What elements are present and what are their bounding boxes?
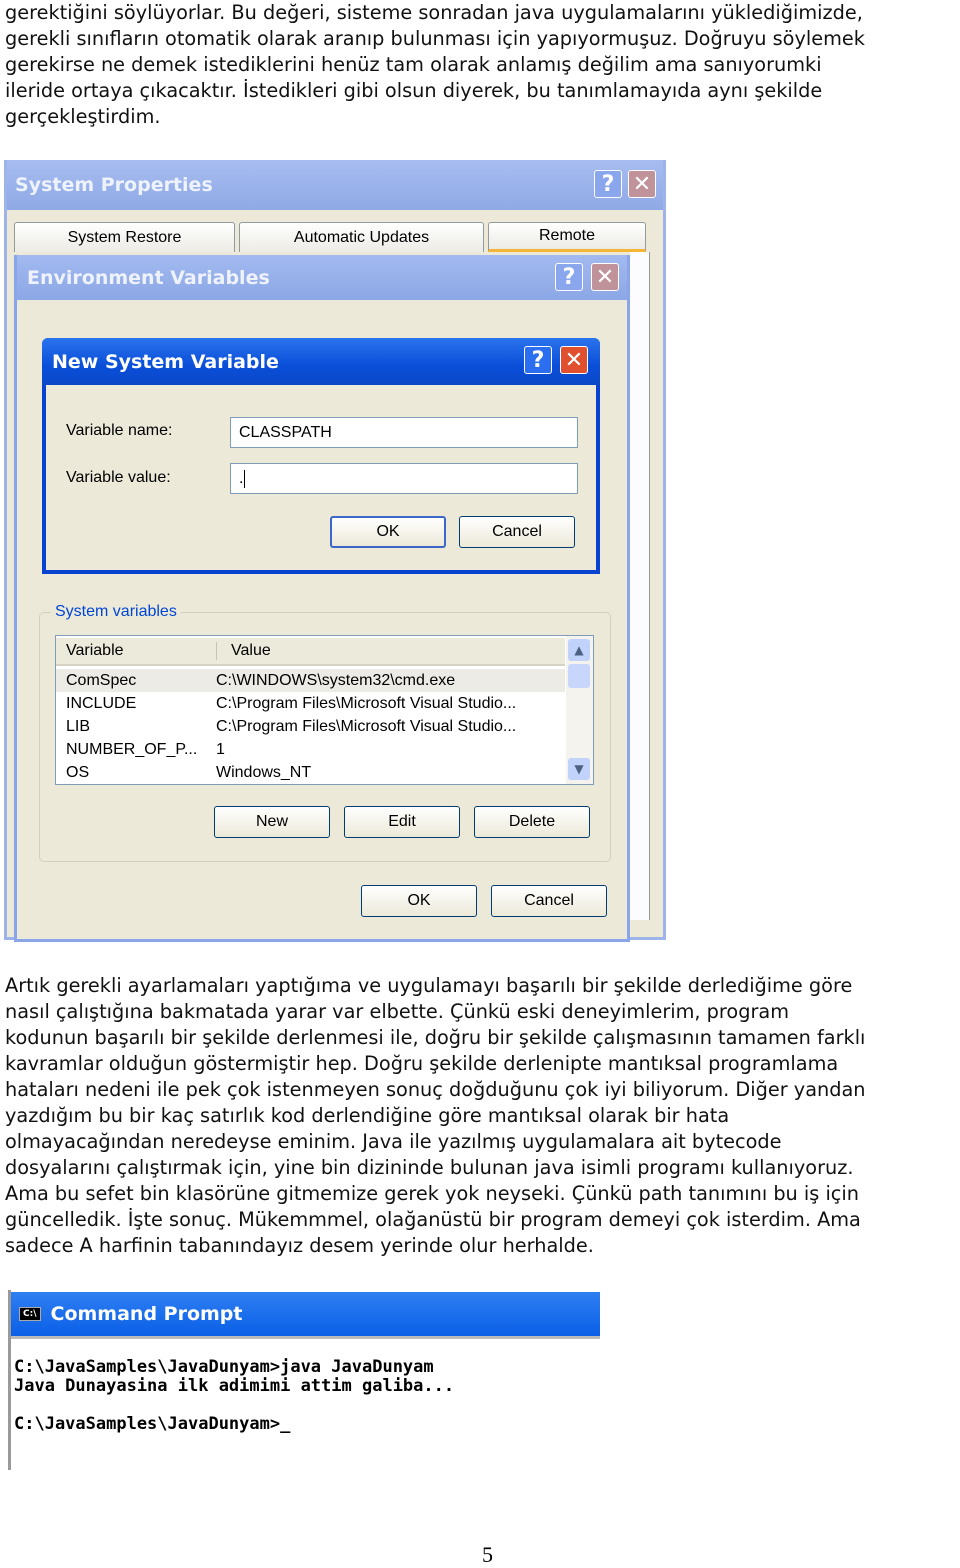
variable-value-input[interactable]: . — [230, 463, 578, 494]
command-prompt-titlebar: C:\ Command Prompt — [11, 1292, 600, 1336]
help-icon[interactable]: ? — [594, 170, 622, 198]
tab-panel — [630, 252, 650, 920]
list-header: Variable Value — [56, 638, 565, 666]
text-cursor — [244, 469, 246, 488]
scroll-down-icon[interactable]: ▼ — [568, 758, 590, 780]
cancel-button[interactable]: Cancel — [491, 885, 607, 917]
window-title: Command Prompt — [50, 1303, 243, 1325]
text-line: nasıl çalıştığına bakmatada yarar var el… — [5, 1000, 789, 1023]
text-line: gerçekleştirdim. — [5, 105, 161, 128]
close-icon[interactable]: ✕ — [628, 170, 656, 198]
column-header-value[interactable]: Value — [216, 642, 271, 660]
variable-name-input[interactable]: CLASSPATH — [230, 417, 578, 448]
tab-label: Remote — [538, 227, 596, 244]
table-row[interactable]: LIB C:\Program Files\Microsoft Visual Stu… — [56, 715, 565, 738]
close-icon[interactable]: ✕ — [560, 346, 588, 374]
text-line: Artık gerekli ayarlamaları yaptığıma ve … — [5, 974, 853, 997]
paragraph-2: Artık gerekli ayarlamaları yaptığıma ve … — [5, 973, 960, 1259]
new-system-variable-titlebar: New System Variable — [42, 338, 600, 385]
text-line: yazdığım bu bir kaç satırlık kod derlend… — [5, 1104, 730, 1127]
text-line: dosyalarını çalıştırmak için, yine bin d… — [5, 1156, 854, 1179]
close-icon[interactable]: ✕ — [591, 263, 619, 291]
input-value: . — [239, 469, 244, 487]
table-row[interactable]: INCLUDE C:\Program Files\Microsoft Visual… — [56, 692, 565, 715]
text-line: ileride ortaya çıkacaktır. İstedikleri g… — [5, 79, 823, 102]
help-icon[interactable]: ? — [555, 263, 583, 291]
cancel-button[interactable]: Cancel — [459, 516, 575, 548]
window-title: Environment Variables — [27, 266, 270, 289]
new-button[interactable]: New — [214, 806, 330, 838]
ok-button[interactable]: OK — [330, 516, 446, 548]
page-number: 5 — [482, 1542, 493, 1567]
console-line: C:\JavaSamples\JavaDunyam>java JavaDunya… — [14, 1357, 434, 1377]
scrollbar[interactable]: ▲ ▼ — [566, 636, 593, 784]
window-title: System Properties — [15, 174, 213, 196]
scroll-thumb[interactable] — [568, 664, 590, 688]
new-system-variable-dialog: New System Variable ? ✕ Variable name: C… — [42, 338, 600, 574]
text-line: Ama bu sefet bin klasörüne gitmemize ger… — [5, 1182, 859, 1205]
text-line: hataları nedeni ile pek çok istenmeyen s… — [5, 1078, 866, 1101]
column-header-variable[interactable]: Variable — [56, 642, 216, 660]
text-line: kavramlar olduğun göstermiştir hep. Doğr… — [5, 1052, 839, 1075]
system-variables-list[interactable]: Variable Value ComSpec C:\WINDOWS\system32… — [55, 635, 594, 785]
scroll-up-icon[interactable]: ▲ — [568, 639, 590, 661]
tab-automatic-updates[interactable]: Automatic Updates — [239, 222, 484, 252]
tab-label: System Restore — [67, 228, 182, 246]
text-line: gerektiğini söylüyorlar. Bu değeri, sist… — [5, 1, 863, 24]
tab-label: Automatic Updates — [293, 228, 430, 246]
console-line: Java Dunayasina ilk adimimi attim galiba… — [14, 1376, 455, 1396]
environment-variables-titlebar: Environment Variables — [17, 255, 627, 300]
table-row[interactable]: ComSpec C:\WINDOWS\system32\cmd.exe — [56, 669, 565, 692]
variable-value-label: Variable value: — [66, 469, 171, 486]
text-line: güncelledik. İşte sonuç. Mükemmmel, olağ… — [5, 1208, 861, 1231]
edit-button[interactable]: Edit — [344, 806, 460, 838]
variable-name-label: Variable name: — [66, 422, 173, 439]
delete-button[interactable]: Delete — [474, 806, 590, 838]
tab-system-restore[interactable]: System Restore — [14, 222, 235, 252]
paragraph-1: gerektiğini söylüyorlar. Bu değeri, sist… — [5, 0, 960, 130]
text-line: gerekli sınıfların otomatik olarak aranı… — [5, 27, 865, 50]
window-title: New System Variable — [52, 350, 279, 373]
group-label: System variables — [51, 603, 181, 621]
text-line: gerekirse ne demek istediklerini henüz t… — [5, 53, 822, 76]
divider — [11, 1336, 600, 1339]
ok-button[interactable]: OK — [361, 885, 477, 917]
cmd-icon: C:\ — [19, 1307, 41, 1321]
text-line: kodunun başarılı bir şekilde derlenmesi … — [5, 1026, 866, 1049]
help-icon[interactable]: ? — [524, 346, 552, 374]
system-properties-titlebar: System Properties — [7, 160, 663, 210]
text-line: sadece A harfinin tabanındayız desem yer… — [5, 1234, 594, 1257]
tab-remote[interactable]: Remote — [488, 222, 646, 252]
table-row[interactable]: NUMBER_OF_P... 1 — [56, 738, 565, 761]
table-row[interactable]: OS Windows_NT — [56, 761, 565, 784]
text-line: olmayacağından neredeyse eminim. Java il… — [5, 1130, 782, 1153]
console-line: C:\JavaSamples\JavaDunyam>_ — [14, 1414, 291, 1434]
